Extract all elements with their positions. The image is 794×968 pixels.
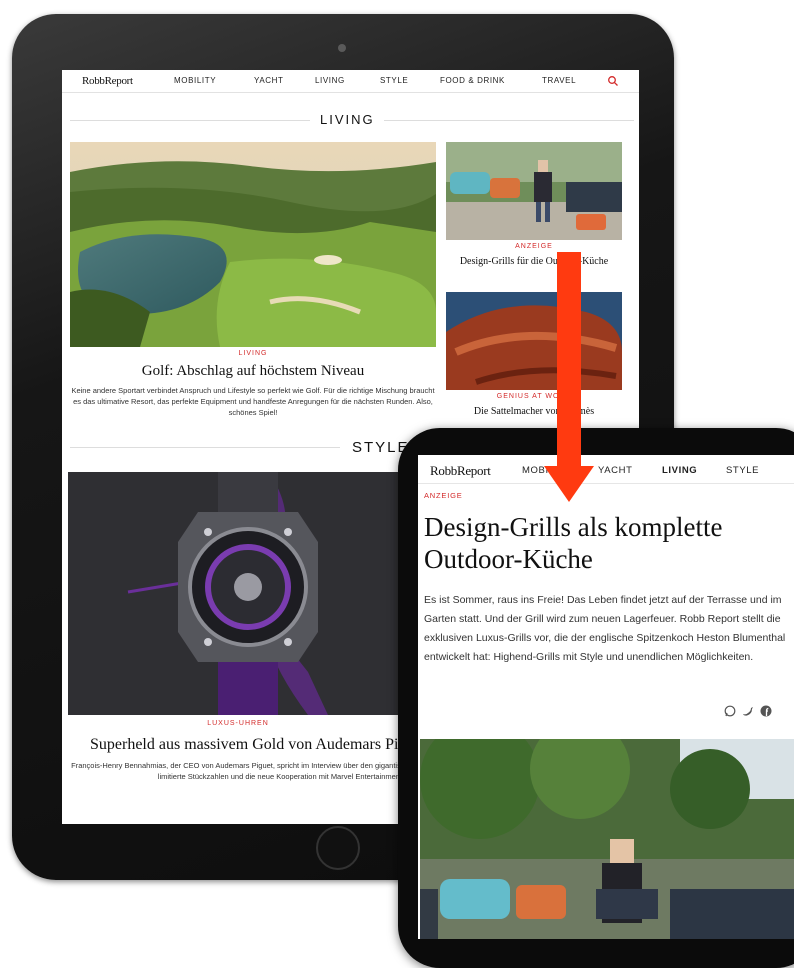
arrow-head [544, 466, 594, 502]
nav-item-style[interactable]: STYLE [726, 465, 759, 476]
nav-item-style[interactable]: STYLE [380, 76, 408, 85]
article-category: GENIUS AT WORK [496, 393, 572, 400]
arrow-indicator [557, 252, 581, 468]
phone-screen: RobbReport MOBILITY YACHT LIVING STYLE A… [418, 455, 794, 939]
golf-course-image[interactable] [70, 142, 436, 347]
grill-hero-image[interactable] [420, 739, 794, 939]
article-category: ANZEIGE [515, 243, 553, 250]
watch-image[interactable] [68, 472, 408, 715]
site-logo[interactable]: RobbReport [430, 463, 491, 479]
article-category: ANZEIGE [424, 491, 463, 500]
phone-nav-bar: RobbReport MOBILITY YACHT LIVING STYLE [418, 455, 794, 484]
article-title[interactable]: Golf: Abschlag auf höchstem Niveau [70, 363, 436, 380]
section-title-living: LIVING [320, 112, 375, 127]
tablet-home-button[interactable] [316, 826, 360, 870]
nav-item-yacht[interactable]: YACHT [598, 465, 633, 476]
site-logo[interactable]: RobbReport [82, 75, 133, 87]
whatsapp-icon[interactable] [724, 705, 736, 717]
twitter-icon[interactable] [742, 705, 754, 717]
nav-item-food-drink[interactable]: FOOD & DRINK [440, 76, 505, 85]
article-title: Design-Grills als komplette Outdoor-Küch… [424, 512, 723, 574]
article-title[interactable]: Design-Grills für die Outdoor-Küche [446, 256, 622, 267]
article-teaser: Keine andere Sportart verbindet Anspruch… [71, 386, 435, 417]
section-rule [70, 120, 310, 121]
nav-item-mobility[interactable]: MOBILITY [174, 76, 216, 85]
nav-item-travel[interactable]: TRAVEL [542, 76, 576, 85]
article-body: Es ist Sommer, raus ins Freie! Das Leben… [424, 594, 786, 663]
tablet-camera [338, 44, 346, 52]
article-category: LIVING [238, 350, 268, 357]
grill-thumbnail-image[interactable] [446, 142, 622, 240]
nav-item-yacht[interactable]: YACHT [254, 76, 284, 85]
nav-item-living[interactable]: LIVING [315, 76, 345, 85]
article-category: LUXUS-UHREN [207, 720, 269, 727]
saddle-thumbnail-image[interactable] [446, 292, 622, 390]
nav-item-living[interactable]: LIVING [662, 465, 697, 476]
search-icon[interactable] [607, 75, 619, 87]
article-title[interactable]: Die Sattelmacher von Hermès [446, 406, 622, 417]
tablet-nav-bar: RobbReport MOBILITY YACHT LIVING STYLE F… [62, 70, 639, 93]
section-rule [70, 447, 340, 448]
facebook-icon[interactable] [760, 705, 772, 717]
section-rule [384, 120, 634, 121]
